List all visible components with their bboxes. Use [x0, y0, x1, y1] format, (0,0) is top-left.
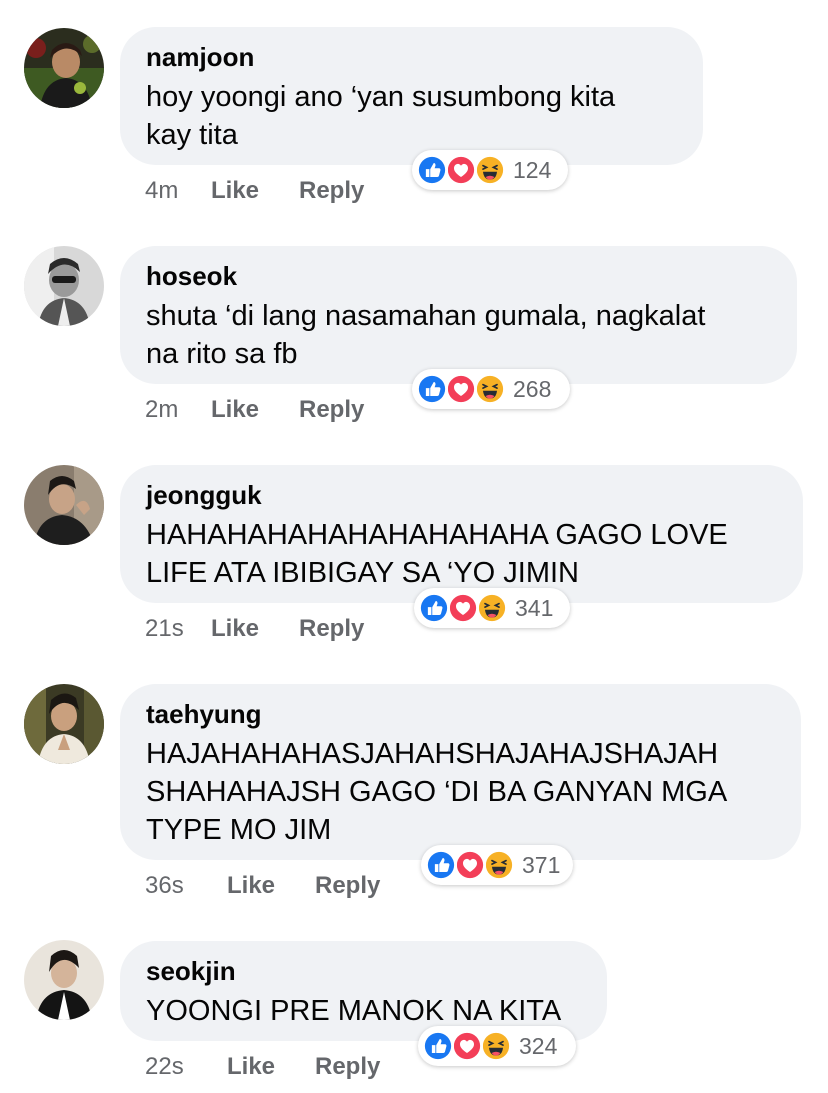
comment-timestamp[interactable]: 21s — [145, 615, 211, 643]
reaction-icons — [425, 849, 515, 881]
reaction-summary[interactable]: 371 — [421, 845, 573, 885]
avatar[interactable] — [24, 246, 104, 326]
like-button[interactable]: Like — [211, 177, 299, 205]
comment-bubble: namjoon hoy yoongi ano ‘yan susumbong ki… — [120, 27, 703, 165]
avatar-photo — [24, 246, 104, 326]
reaction-icons — [422, 1030, 512, 1062]
reaction-icons — [416, 154, 506, 186]
comment-timestamp[interactable]: 36s — [145, 872, 227, 900]
comment-bubble: jeongguk HAHAHAHAHAHAHAHAHAHA GAGO LOVE … — [120, 465, 803, 603]
love-icon — [451, 1030, 483, 1062]
reaction-summary[interactable]: 341 — [414, 588, 570, 628]
comment-timestamp[interactable]: 22s — [145, 1053, 227, 1081]
comment-text: HAHAHAHAHAHAHAHAHAHA GAGO LOVE LIFE ATA … — [146, 519, 728, 589]
comment-actions: 4m Like Reply — [145, 177, 364, 205]
comment-actions: 36s Like Reply — [145, 872, 380, 900]
reaction-summary[interactable]: 124 — [412, 150, 568, 190]
reaction-count: 324 — [519, 1033, 558, 1059]
commenter-name[interactable]: jeongguk — [146, 479, 777, 511]
avatar-photo — [24, 940, 104, 1020]
reaction-icons — [416, 373, 506, 405]
avatar[interactable] — [24, 940, 104, 1020]
reaction-count: 341 — [515, 595, 554, 621]
comment-actions: 21s Like Reply — [145, 615, 364, 643]
avatar-photo — [24, 465, 104, 545]
love-icon — [445, 373, 477, 405]
avatar[interactable] — [24, 684, 104, 764]
love-icon — [447, 592, 479, 624]
commenter-name[interactable]: hoseok — [146, 260, 771, 292]
comment-timestamp[interactable]: 4m — [145, 177, 211, 205]
like-button[interactable]: Like — [227, 1053, 315, 1081]
comment-bubble: taehyung HAJAHAHAHASJAHAHSHAJAHAJSHAJAH … — [120, 684, 801, 860]
reaction-summary[interactable]: 324 — [418, 1026, 576, 1066]
reaction-icons — [418, 592, 508, 624]
avatar-photo — [24, 28, 104, 108]
comment-bubble: hoseok shuta ‘di lang nasamahan gumala, … — [120, 246, 797, 384]
avatar[interactable] — [24, 28, 104, 108]
like-button[interactable]: Like — [211, 615, 299, 643]
like-button[interactable]: Like — [211, 396, 299, 424]
haha-icon — [474, 154, 506, 186]
reply-button[interactable]: Reply — [299, 615, 364, 643]
comment-text: hoy yoongi ano ‘yan susumbong kita kay t… — [146, 81, 616, 151]
reaction-count: 268 — [513, 376, 552, 402]
like-icon — [416, 373, 448, 405]
like-icon — [425, 849, 457, 881]
reply-button[interactable]: Reply — [315, 872, 380, 900]
haha-icon — [476, 592, 508, 624]
like-icon — [418, 592, 450, 624]
comment-timestamp[interactable]: 2m — [145, 396, 211, 424]
avatar[interactable] — [24, 465, 104, 545]
reaction-count: 371 — [522, 852, 561, 878]
haha-icon — [483, 849, 515, 881]
commenter-name[interactable]: seokjin — [146, 955, 581, 987]
avatar-photo — [24, 684, 104, 764]
love-icon — [445, 154, 477, 186]
reaction-summary[interactable]: 268 — [412, 369, 570, 409]
reply-button[interactable]: Reply — [299, 396, 364, 424]
like-button[interactable]: Like — [227, 872, 315, 900]
comment-text: HAJAHAHAHASJAHAHSHAJAHAJSHAJAH SHAHAHAJS… — [146, 738, 728, 846]
like-icon — [422, 1030, 454, 1062]
haha-icon — [474, 373, 506, 405]
reply-button[interactable]: Reply — [315, 1053, 380, 1081]
love-icon — [454, 849, 486, 881]
haha-icon — [480, 1030, 512, 1062]
comment-actions: 22s Like Reply — [145, 1053, 380, 1081]
comment-text: shuta ‘di lang nasamahan gumala, nagkala… — [146, 300, 706, 370]
reply-button[interactable]: Reply — [299, 177, 364, 205]
reaction-count: 124 — [513, 157, 552, 183]
comment-actions: 2m Like Reply — [145, 396, 364, 424]
commenter-name[interactable]: taehyung — [146, 698, 775, 730]
comment-text: YOONGI PRE MANOK NA KITA — [146, 995, 562, 1027]
like-icon — [416, 154, 448, 186]
commenter-name[interactable]: namjoon — [146, 41, 677, 73]
